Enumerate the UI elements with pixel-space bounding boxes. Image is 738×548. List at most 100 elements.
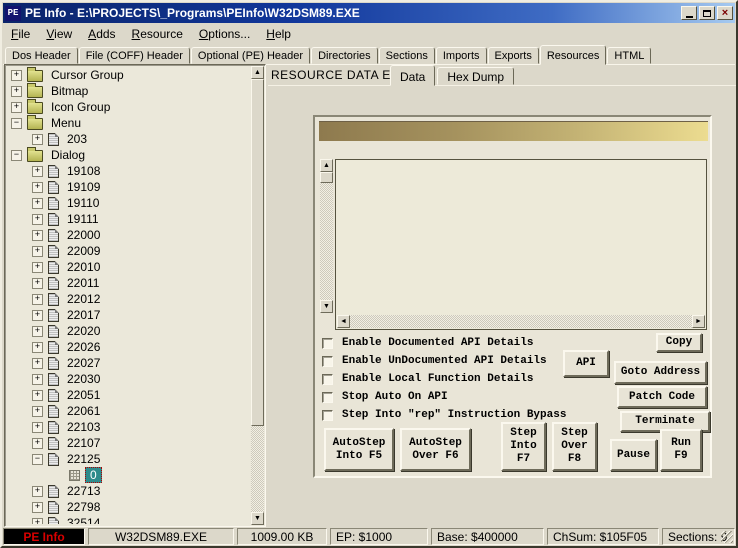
menu-item-file[interactable]: File — [3, 25, 38, 43]
maximize-button[interactable] — [699, 6, 715, 20]
tree-item-22027[interactable]: +22027 — [7, 355, 250, 371]
tree-item-cursor-group[interactable]: +Cursor Group — [7, 67, 250, 83]
scrollbar-track[interactable] — [350, 315, 692, 328]
scroll-up-icon[interactable]: ▲ — [251, 66, 264, 79]
expand-icon[interactable]: + — [32, 214, 43, 225]
expand-icon[interactable]: + — [32, 342, 43, 353]
menu-item-view[interactable]: View — [38, 25, 80, 43]
expand-icon[interactable]: + — [32, 246, 43, 257]
tab-resources[interactable]: Resources — [540, 45, 607, 65]
scroll-down-icon[interactable]: ▼ — [320, 300, 333, 313]
tree-item-22026[interactable]: +22026 — [7, 339, 250, 355]
scrollbar-thumb[interactable] — [320, 172, 333, 183]
expand-icon[interactable]: + — [32, 230, 43, 241]
expand-icon[interactable]: + — [32, 502, 43, 513]
expand-icon[interactable]: + — [32, 438, 43, 449]
expand-icon[interactable]: + — [32, 262, 43, 273]
menu-item-help[interactable]: Help — [258, 25, 299, 43]
minimize-button[interactable] — [681, 6, 697, 20]
tree-item-menu[interactable]: −Menu — [7, 115, 250, 131]
tree-item-22107[interactable]: +22107 — [7, 435, 250, 451]
preview-listbox[interactable]: ◄ ► — [335, 159, 707, 330]
tree-item-22012[interactable]: +22012 — [7, 291, 250, 307]
tree-item-22000[interactable]: +22000 — [7, 227, 250, 243]
expand-icon[interactable]: + — [32, 422, 43, 433]
expand-icon[interactable]: + — [32, 374, 43, 385]
close-button[interactable]: × — [717, 6, 733, 20]
expand-icon[interactable]: + — [32, 358, 43, 369]
expand-icon[interactable]: + — [32, 390, 43, 401]
tree-item-22011[interactable]: +22011 — [7, 275, 250, 291]
tree-item-icon-group[interactable]: +Icon Group — [7, 99, 250, 115]
api-button[interactable]: API — [563, 350, 609, 377]
expand-icon[interactable]: + — [11, 70, 22, 81]
tab-sections[interactable]: Sections — [379, 47, 435, 64]
tree-item-19111[interactable]: +19111 — [7, 211, 250, 227]
expand-icon[interactable]: + — [32, 486, 43, 497]
menu-item-adds[interactable]: Adds — [80, 25, 123, 43]
tree-item-22061[interactable]: +22061 — [7, 403, 250, 419]
checkbox-icon[interactable] — [322, 410, 333, 421]
scrollbar-track[interactable] — [251, 426, 264, 512]
subtab-data[interactable]: Data — [390, 65, 435, 86]
tree-item-dialog[interactable]: −Dialog — [7, 147, 250, 163]
tree-item-19108[interactable]: +19108 — [7, 163, 250, 179]
tree-item-22125[interactable]: −22125 — [7, 451, 250, 467]
checkbox-icon[interactable] — [322, 374, 333, 385]
preview-vertical-scrollbar[interactable]: ▲ ▼ — [320, 159, 333, 313]
scroll-down-icon[interactable]: ▼ — [251, 512, 264, 525]
tree-item-203[interactable]: +203 — [7, 131, 250, 147]
expand-icon[interactable]: + — [32, 278, 43, 289]
menu-item-options[interactable]: Options... — [191, 25, 258, 43]
menu-item-resource[interactable]: Resource — [124, 25, 191, 43]
tree-item-22017[interactable]: +22017 — [7, 307, 250, 323]
tree-item-22103[interactable]: +22103 — [7, 419, 250, 435]
resize-grip-icon[interactable] — [721, 531, 733, 543]
tree-item-22009[interactable]: +22009 — [7, 243, 250, 259]
tab-imports[interactable]: Imports — [436, 47, 487, 64]
autostep-over-f6-button[interactable]: AutoStep Over F6 — [400, 428, 471, 471]
checkbox-icon[interactable] — [322, 392, 333, 403]
tree-item-19109[interactable]: +19109 — [7, 179, 250, 195]
tab-dos-header[interactable]: Dos Header — [5, 47, 78, 64]
tab-html[interactable]: HTML — [607, 47, 651, 64]
checkbox-icon[interactable] — [322, 338, 333, 349]
tree-item-0[interactable]: 0 — [7, 467, 250, 483]
collapse-icon[interactable]: − — [32, 454, 43, 465]
run-f9-button[interactable]: Run F9 — [660, 429, 702, 471]
tree-item-19110[interactable]: +19110 — [7, 195, 250, 211]
expand-icon[interactable]: + — [32, 294, 43, 305]
expand-icon[interactable]: + — [32, 406, 43, 417]
pause-button[interactable]: Pause — [610, 439, 657, 471]
expand-icon[interactable]: + — [32, 326, 43, 337]
collapse-icon[interactable]: − — [11, 150, 22, 161]
tab-optional-pe-header[interactable]: Optional (PE) Header — [191, 47, 310, 64]
tree-item-32514[interactable]: +32514 — [7, 515, 250, 524]
preview-horizontal-scrollbar[interactable]: ◄ ► — [337, 315, 705, 328]
tree-item-22020[interactable]: +22020 — [7, 323, 250, 339]
expand-icon[interactable]: + — [32, 182, 43, 193]
scrollbar-thumb[interactable] — [251, 79, 264, 426]
tree-item-22030[interactable]: +22030 — [7, 371, 250, 387]
tree-item-22051[interactable]: +22051 — [7, 387, 250, 403]
autostep-into-f5-button[interactable]: AutoStep Into F5 — [324, 428, 394, 471]
tree-vertical-scrollbar[interactable]: ▲ ▼ — [251, 66, 264, 525]
expand-icon[interactable]: + — [11, 86, 22, 97]
tab-exports[interactable]: Exports — [488, 47, 539, 64]
expand-icon[interactable]: + — [32, 166, 43, 177]
title-bar[interactable]: PE PE Info - E:\PROJECTS\_Programs\PEInf… — [3, 3, 735, 23]
checkbox-icon[interactable] — [322, 356, 333, 367]
goto-address-button[interactable]: Goto Address — [614, 361, 707, 384]
copy-button[interactable]: Copy — [656, 333, 702, 352]
expand-icon[interactable]: + — [32, 198, 43, 209]
expand-icon[interactable]: + — [32, 134, 43, 145]
scroll-left-icon[interactable]: ◄ — [337, 315, 350, 328]
collapse-icon[interactable]: − — [11, 118, 22, 129]
step-into-f7-button[interactable]: Step Into F7 — [501, 422, 546, 471]
expand-icon[interactable]: + — [32, 518, 43, 525]
tree-item-bitmap[interactable]: +Bitmap — [7, 83, 250, 99]
tree-item-22010[interactable]: +22010 — [7, 259, 250, 275]
tree-item-22798[interactable]: +22798 — [7, 499, 250, 515]
scroll-up-icon[interactable]: ▲ — [320, 159, 333, 172]
subtab-hex-dump[interactable]: Hex Dump — [437, 67, 514, 85]
